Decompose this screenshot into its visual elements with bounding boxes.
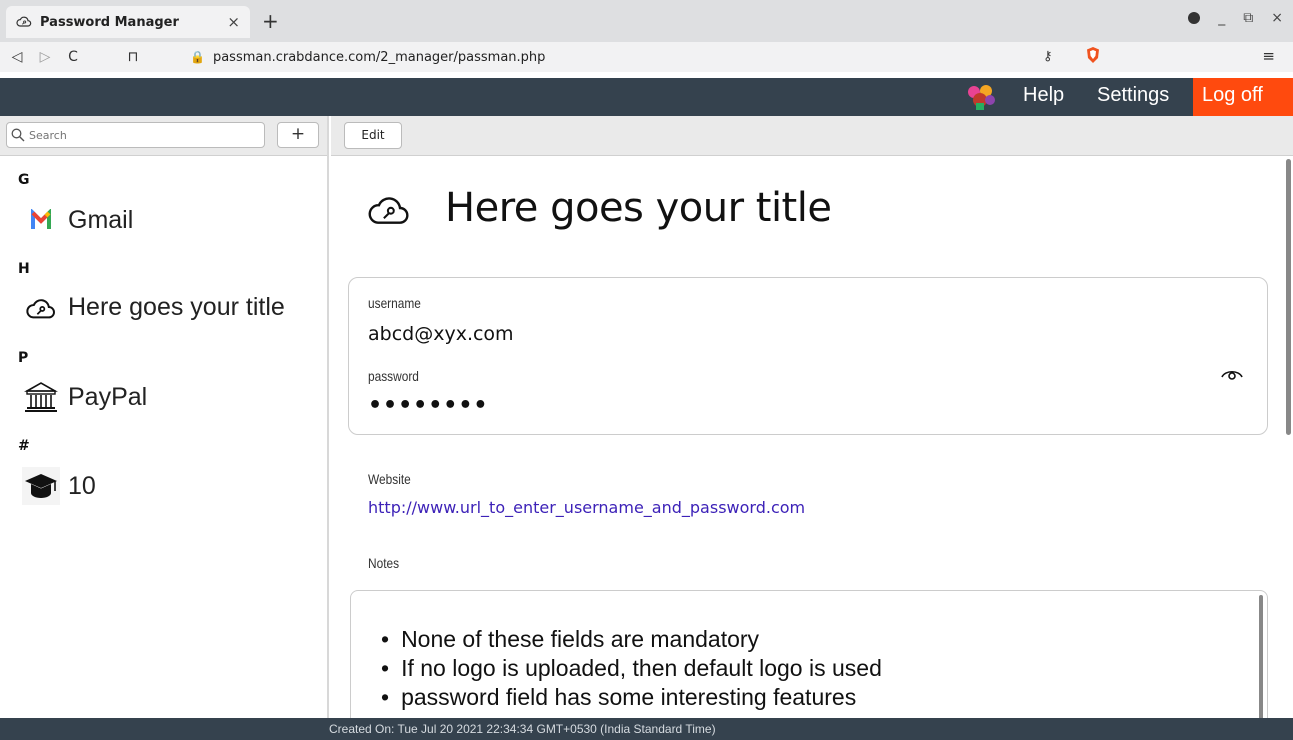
sidebar: + G Gmail H Here goes your title P PayPa… (0, 116, 329, 718)
notes-item: If no logo is uploaded, then default log… (381, 654, 1267, 683)
search-input[interactable] (29, 128, 249, 142)
website-label: Website (368, 471, 411, 487)
tab-title: Password Manager (40, 14, 179, 30)
app-logo-icon (968, 85, 995, 110)
browser-menu-icon[interactable]: ≡ (1262, 47, 1275, 65)
edit-button[interactable]: Edit (344, 122, 402, 149)
password-label: password (368, 368, 419, 384)
group-letter-h: H (18, 261, 30, 277)
credentials-card: username abcd@xyx.com password •••••••• (348, 277, 1268, 435)
minimize-button[interactable]: _ (1218, 10, 1225, 26)
notes-label: Notes (368, 555, 400, 571)
bank-icon (22, 378, 60, 416)
created-on-text: Created On: Tue Jul 20 2021 22:34:34 GMT… (329, 722, 716, 736)
forward-button[interactable]: ▷ (34, 49, 56, 65)
notes-box[interactable]: None of these fields are mandatory If no… (350, 590, 1268, 730)
list-item-label: 10 (68, 471, 96, 500)
website-link[interactable]: http://www.url_to_enter_username_and_pas… (368, 498, 805, 517)
notes-item: password field has some interesting feat… (381, 683, 1267, 712)
url-bar[interactable]: 🔒 passman.crabdance.com/2_manager/passma… (190, 45, 1110, 69)
graduation-cap-icon (22, 467, 60, 505)
cloud-key-icon (368, 197, 409, 224)
logoff-button[interactable]: Log off (1193, 78, 1293, 116)
brave-shield-icon[interactable] (1086, 47, 1100, 63)
help-link[interactable]: Help (1023, 84, 1064, 107)
username-value[interactable]: abcd@xyx.com (368, 323, 514, 345)
reload-button[interactable]: C (62, 49, 84, 65)
tab-close-button[interactable]: × (227, 13, 240, 31)
group-letter-p: P (18, 350, 29, 366)
settings-link[interactable]: Settings (1097, 84, 1169, 107)
entry-title-row: Here goes your title (367, 185, 832, 231)
notes-scrollbar[interactable] (1259, 595, 1263, 725)
add-entry-button[interactable]: + (277, 122, 319, 148)
browser-tabstrip: Password Manager × + _ ⧉ × (0, 0, 1293, 42)
close-window-button[interactable]: × (1271, 10, 1283, 26)
main-scrollbar[interactable] (1286, 159, 1291, 435)
back-button[interactable]: ◁ (6, 49, 28, 65)
record-icon[interactable] (1188, 12, 1201, 24)
bookmark-button[interactable]: ⊓ (122, 49, 144, 65)
notes-list: None of these fields are mandatory If no… (381, 625, 1267, 712)
page-title: Here goes your title (445, 185, 832, 231)
lock-icon: 🔒 (190, 50, 205, 64)
entry-detail: Here goes your title username abcd@xyx.c… (331, 157, 1293, 730)
app-header: Help Settings Log off (0, 78, 1293, 116)
list-item-label: PayPal (68, 382, 148, 411)
url-text: passman.crabdance.com/2_manager/passman.… (212, 49, 546, 65)
group-letter-g: G (18, 172, 30, 188)
group-letter-hash: # (18, 438, 30, 454)
list-item-10[interactable]: 10 (22, 467, 96, 505)
browser-tab[interactable]: Password Manager × (6, 6, 250, 38)
notes-item: None of these fields are mandatory (381, 625, 1267, 654)
key-icon[interactable]: ⚷ (1043, 49, 1053, 64)
password-value[interactable]: •••••••• (368, 393, 489, 418)
new-tab-button[interactable]: + (262, 9, 279, 33)
eye-icon[interactable] (1221, 366, 1243, 380)
footer: Created On: Tue Jul 20 2021 22:34:34 GMT… (0, 718, 1293, 740)
list-item-label: Here goes your title (68, 292, 285, 321)
restore-button[interactable]: ⧉ (1243, 10, 1253, 26)
list-item-here-goes-your-title[interactable]: Here goes your title (22, 288, 285, 326)
main-toolbar: Edit (331, 116, 1293, 156)
cloud-key-icon (22, 288, 60, 326)
window-controls: _ ⧉ × (1188, 10, 1283, 26)
cloud-key-icon (16, 16, 32, 27)
gmail-icon (22, 201, 60, 239)
search-icon (11, 128, 25, 142)
username-label: username (368, 295, 421, 311)
list-item-label: Gmail (68, 205, 134, 234)
list-item-gmail[interactable]: Gmail (22, 201, 133, 239)
sidebar-toolbar: + (0, 116, 327, 156)
search-box[interactable] (6, 122, 265, 148)
list-item-paypal[interactable]: PayPal (22, 378, 147, 416)
